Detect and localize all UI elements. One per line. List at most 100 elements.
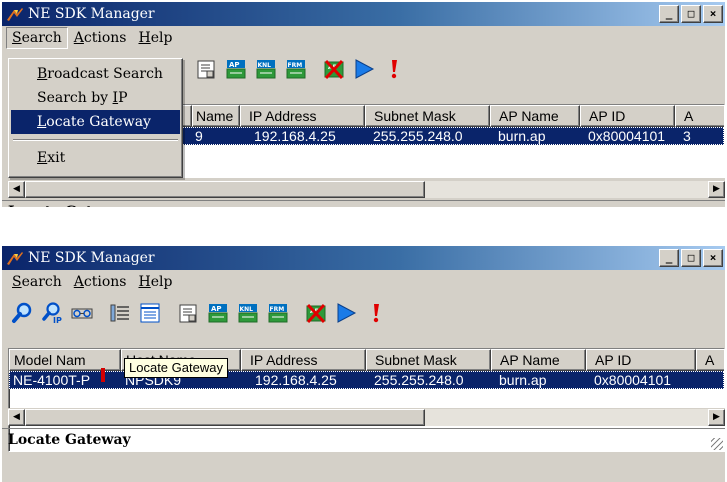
- upload-kernel-button[interactable]: [234, 299, 262, 327]
- status-text: Locate Gateway: [8, 204, 131, 207]
- upload-firmware-icon: [267, 302, 289, 324]
- upload-ap-button[interactable]: [222, 55, 250, 83]
- window-title: NE SDK Manager: [28, 250, 155, 266]
- run-icon: [335, 302, 357, 324]
- menu-separator: [13, 139, 178, 141]
- column-subnet-mask[interactable]: Subnet Mask: [366, 349, 491, 371]
- menu-item-broadcast-search[interactable]: Broadcast Search: [11, 62, 180, 86]
- upload-ap-button[interactable]: [204, 299, 232, 327]
- column-ap-id[interactable]: AP ID: [586, 349, 696, 371]
- horizontal-scrollbar[interactable]: ◀ ▶: [8, 408, 725, 426]
- run-button[interactable]: [350, 55, 378, 83]
- column-ip-address[interactable]: IP Address: [241, 349, 366, 371]
- menu-help[interactable]: Help: [132, 271, 178, 293]
- scroll-right-button[interactable]: ▶: [708, 409, 725, 426]
- minimize-button[interactable]: _: [659, 5, 679, 23]
- upload-ap-icon: [207, 302, 229, 324]
- status-bar: Locate Gateway: [2, 200, 725, 207]
- run-button[interactable]: [332, 299, 360, 327]
- search-ip-button[interactable]: [38, 299, 66, 327]
- cell-ip-address: 192.168.4.25: [255, 372, 337, 388]
- horizontal-scrollbar[interactable]: ◀ ▶: [8, 180, 725, 198]
- view-list-button[interactable]: [106, 299, 134, 327]
- menu-bar: Search Actions Help: [2, 26, 725, 50]
- upload-firmware-button[interactable]: [282, 55, 310, 83]
- maximize-button[interactable]: □: [681, 249, 701, 267]
- close-button[interactable]: ×: [703, 5, 723, 23]
- status-text: Locate Gateway: [8, 432, 131, 448]
- menu-search[interactable]: Search: [6, 271, 68, 293]
- scroll-left-button[interactable]: ◀: [8, 409, 25, 426]
- view-details-button[interactable]: [136, 299, 164, 327]
- column-extra[interactable]: A: [696, 349, 724, 371]
- title-bar[interactable]: NE SDK Manager _ □ ×: [2, 2, 725, 26]
- pointer-marker: [101, 368, 105, 382]
- resize-grip[interactable]: [711, 438, 723, 450]
- delete-ap-button[interactable]: [320, 55, 348, 83]
- delete-ap-button[interactable]: [302, 299, 330, 327]
- bottom-window: NE SDK Manager _ □ × Search Actions Help…: [2, 246, 725, 482]
- column-ap-name[interactable]: AP Name: [491, 349, 586, 371]
- app-logo-icon: [6, 6, 24, 22]
- scroll-right-button[interactable]: ▶: [708, 181, 725, 198]
- alert-button[interactable]: [380, 55, 408, 83]
- list-header: Model Nam Host Name IP Address Subnet Ma…: [9, 349, 724, 371]
- column-name[interactable]: Name: [192, 105, 240, 127]
- app-logo-icon: [6, 250, 24, 266]
- view-list-icon: [109, 302, 131, 324]
- column-ap-name[interactable]: AP Name: [490, 105, 580, 127]
- cell-ap-name: burn.ap: [498, 128, 546, 144]
- alert-button[interactable]: [362, 299, 390, 327]
- menu-actions[interactable]: Actions: [68, 271, 133, 293]
- locate-gateway-icon: [71, 302, 93, 324]
- cell-host-name: 9: [195, 128, 203, 144]
- column-ip-address[interactable]: IP Address: [240, 105, 365, 127]
- menu-item-locate-gateway[interactable]: Locate Gateway: [11, 110, 180, 134]
- delete-ap-icon: [305, 302, 327, 324]
- window-controls: _ □ ×: [659, 5, 723, 23]
- close-button[interactable]: ×: [703, 249, 723, 267]
- search-ip-icon: [41, 302, 63, 324]
- menu-search[interactable]: Search: [6, 27, 68, 49]
- scroll-thumb[interactable]: [25, 409, 425, 426]
- window-title: NE SDK Manager: [28, 6, 155, 22]
- column-subnet-mask[interactable]: Subnet Mask: [365, 105, 490, 127]
- status-bar: Locate Gateway: [2, 428, 725, 452]
- properties-icon: [177, 302, 199, 324]
- column-ap-id[interactable]: AP ID: [580, 105, 675, 127]
- title-bar[interactable]: NE SDK Manager _ □ ×: [2, 246, 725, 270]
- scroll-thumb[interactable]: [25, 181, 425, 198]
- properties-icon: [195, 58, 217, 80]
- cell-subnet-mask: 255.255.248.0: [373, 128, 463, 144]
- menu-help[interactable]: Help: [132, 27, 178, 49]
- properties-button[interactable]: [174, 299, 202, 327]
- menu-actions[interactable]: Actions: [68, 27, 133, 49]
- run-icon: [353, 58, 375, 80]
- upload-firmware-button[interactable]: [264, 299, 292, 327]
- view-details-icon: [139, 302, 161, 324]
- cell-extra: 3: [683, 128, 691, 144]
- search-icon: [11, 302, 33, 324]
- cell-ip-address: 192.168.4.25: [254, 128, 336, 144]
- upload-kernel-button[interactable]: [252, 55, 280, 83]
- locate-gateway-button[interactable]: [68, 299, 96, 327]
- upload-kernel-icon: [255, 58, 277, 80]
- maximize-button[interactable]: □: [681, 5, 701, 23]
- alert-icon: [383, 58, 405, 80]
- upload-ap-icon: [225, 58, 247, 80]
- alert-icon: [365, 302, 387, 324]
- search-button[interactable]: [8, 299, 36, 327]
- cell-extra: [696, 371, 724, 389]
- scroll-left-button[interactable]: ◀: [8, 181, 25, 198]
- menu-item-search-by-ip[interactable]: Search by IP: [11, 86, 180, 110]
- delete-ap-icon: [323, 58, 345, 80]
- minimize-button[interactable]: _: [659, 249, 679, 267]
- properties-button[interactable]: [192, 55, 220, 83]
- upload-kernel-icon: [237, 302, 259, 324]
- tooltip: Locate Gateway: [124, 358, 228, 378]
- menu-item-exit[interactable]: Exit: [11, 146, 180, 170]
- toolbar: [2, 296, 725, 330]
- table-row[interactable]: NE-4100T-P NPSDK9 192.168.4.25 255.255.2…: [9, 371, 724, 389]
- cell-ap-name: burn.ap: [499, 372, 547, 388]
- column-extra[interactable]: A: [675, 105, 724, 127]
